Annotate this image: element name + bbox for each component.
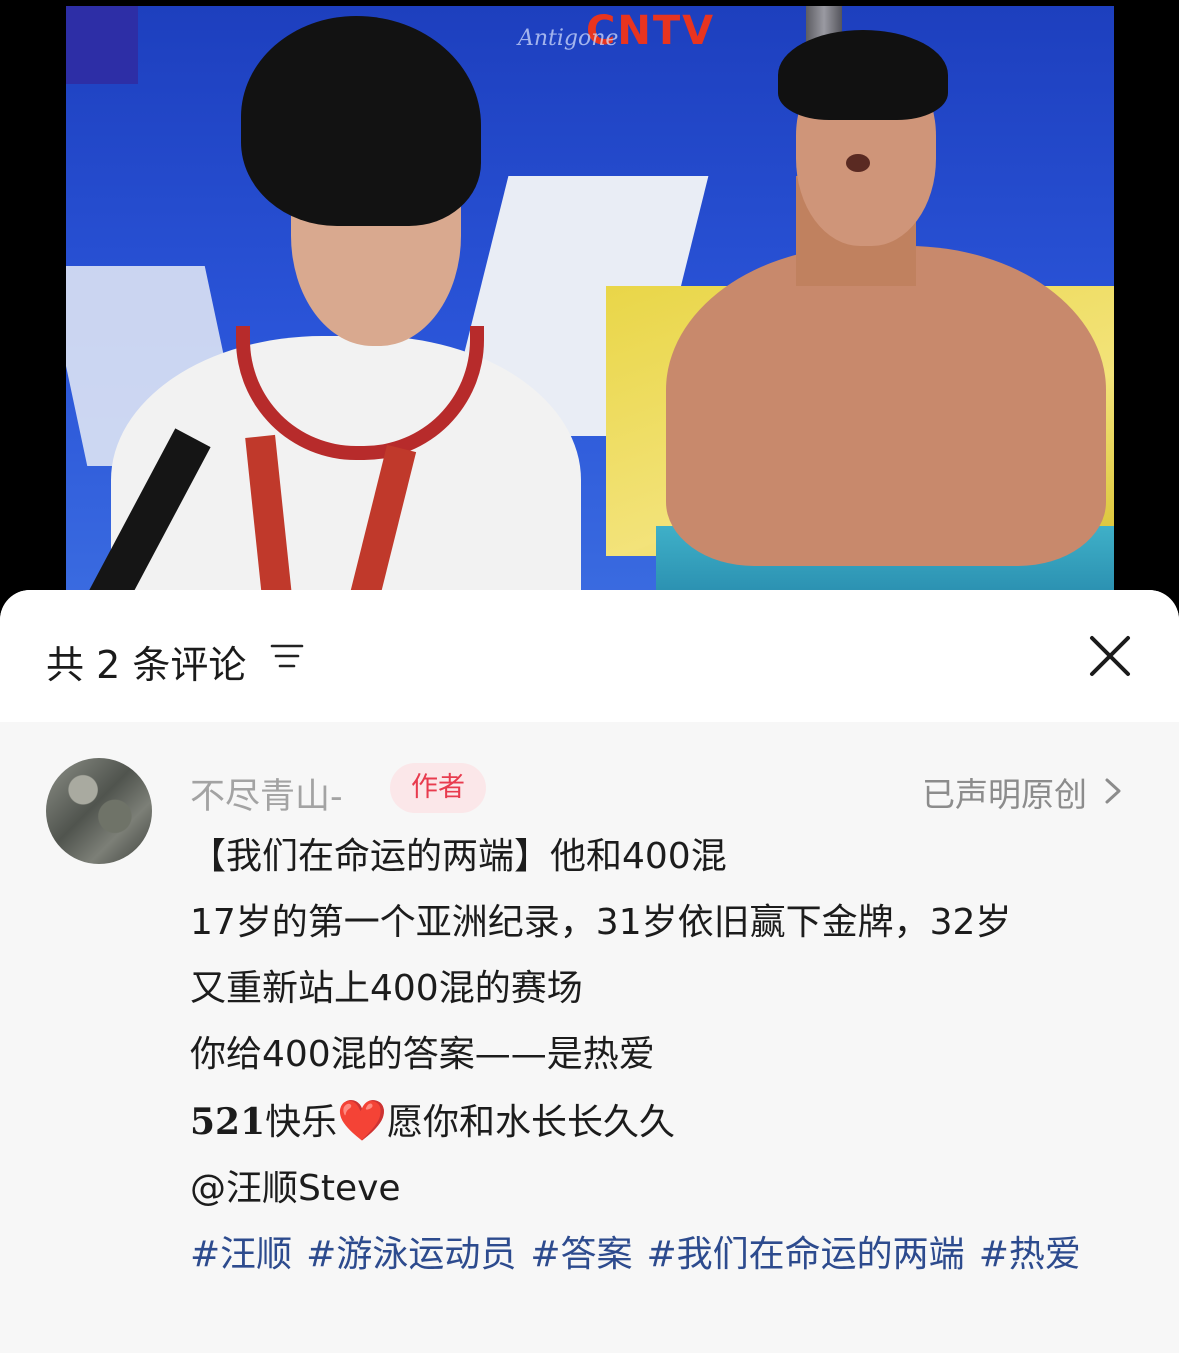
comment-text-segment: 快乐 bbox=[265, 1102, 338, 1143]
video-corner-block bbox=[66, 6, 138, 84]
hashtag[interactable]: #答案 bbox=[530, 1234, 632, 1275]
user-mention[interactable]: @汪顺Steve bbox=[190, 1156, 1140, 1222]
avatar[interactable] bbox=[46, 758, 152, 864]
swimmer-right-body bbox=[666, 246, 1106, 566]
comment-count: 共 2 条评论 bbox=[46, 643, 247, 687]
comment-number: 521 bbox=[190, 1101, 266, 1143]
hashtag[interactable]: #我们在命运的两端 bbox=[647, 1234, 965, 1275]
comment-username[interactable]: 不尽青山- bbox=[190, 768, 343, 819]
hashtag[interactable]: #热爱 bbox=[979, 1234, 1081, 1275]
watermark: Antigone bbox=[518, 26, 619, 51]
video-frame-image: CNTV Antigone bbox=[66, 6, 1114, 596]
comment-item: 不尽青山- 作者 已声明原创 【我们在命运的两端】他和400混 17岁的第一个亚… bbox=[0, 722, 1179, 1353]
comment-sheet-header: 共 2 条评论 bbox=[0, 590, 1179, 722]
comment-line: 【我们在命运的两端】他和400混 bbox=[190, 836, 727, 877]
comment-sheet: 共 2 条评论 不尽青山- 作者 已声明原创 【我们在命运的两端】他和400混 … bbox=[0, 590, 1179, 1353]
author-badge: 作者 bbox=[390, 763, 486, 813]
video-player[interactable]: CNTV Antigone bbox=[0, 0, 1179, 600]
hashtag-list: #汪顺 #游泳运动员 #答案 #我们在命运的两端 #热爱 bbox=[190, 1222, 1130, 1288]
sort-icon[interactable] bbox=[270, 642, 304, 670]
swimmer-left-hair bbox=[241, 16, 481, 226]
hashtag[interactable]: #汪顺 bbox=[190, 1234, 292, 1275]
comment-text: 【我们在命运的两端】他和400混 17岁的第一个亚洲纪录，31岁依旧赢下金牌，3… bbox=[190, 824, 1140, 1288]
comment-line: 521快乐❤️愿你和水长长久久 bbox=[190, 1088, 1140, 1156]
close-icon[interactable] bbox=[1088, 634, 1132, 678]
original-declaration-link[interactable]: 已声明原创 bbox=[922, 768, 1087, 816]
swimmer-right-mouth bbox=[846, 154, 870, 172]
comment-line: 17岁的第一个亚洲纪录，31岁依旧赢下金牌，32岁 bbox=[190, 902, 1012, 943]
chevron-right-icon[interactable] bbox=[1103, 776, 1123, 806]
comment-line: 你给400混的答案——是热爱 bbox=[190, 1034, 655, 1075]
comment-line: 又重新站上400混的赛场 bbox=[190, 968, 583, 1009]
hashtag[interactable]: #游泳运动员 bbox=[306, 1234, 516, 1275]
swimmer-right-hair bbox=[778, 30, 948, 120]
comment-text-segment: 愿你和水长长久久 bbox=[386, 1102, 675, 1143]
heart-emoji-icon: ❤️ bbox=[337, 1098, 387, 1144]
